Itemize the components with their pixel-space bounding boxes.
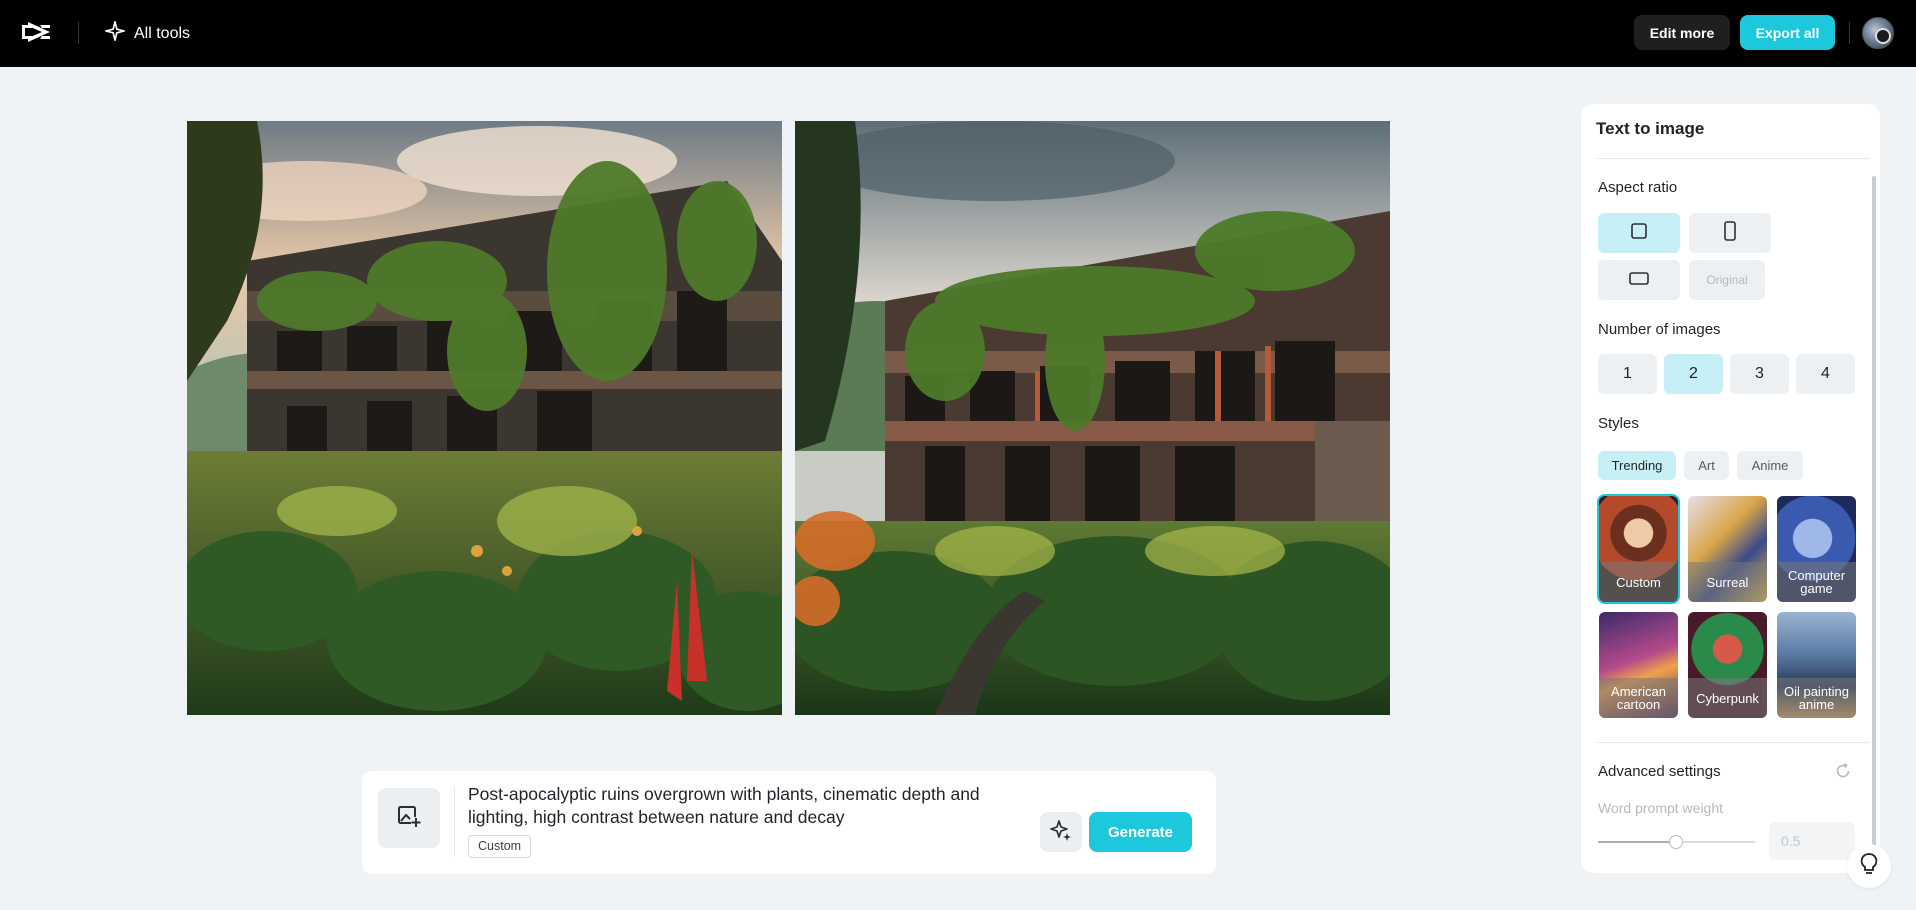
generated-image-2[interactable] [795,121,1390,715]
advanced-settings-label[interactable]: Advanced settings [1598,763,1721,780]
style-label: Cyberpunk [1688,678,1767,718]
aspect-square-button[interactable] [1598,213,1680,253]
portrait-ratio-icon [1721,220,1739,246]
num-images-4-button[interactable]: 4 [1796,354,1855,394]
style-cyberpunk[interactable]: Cyberpunk [1688,612,1767,718]
generate-button[interactable]: Generate [1089,812,1192,852]
style-label: Custom [1599,562,1678,602]
word-prompt-weight-input[interactable]: 0.5 [1769,822,1855,860]
sparkle-icon [104,20,126,47]
tab-trending[interactable]: Trending [1598,451,1676,480]
style-surreal[interactable]: Surreal [1688,496,1767,602]
prompt-input[interactable]: Post-apocalyptic ruins overgrown with pl… [468,783,1008,829]
style-custom[interactable]: Custom [1597,494,1680,604]
topbar-divider [78,22,79,44]
styles-label: Styles [1598,415,1639,432]
lightbulb-icon [1858,852,1880,881]
magic-sparkle-icon [1049,818,1073,847]
landscape-ratio-icon [1629,270,1649,291]
style-tag[interactable]: Custom [468,835,532,858]
style-american-cartoon[interactable]: American cartoon [1599,612,1678,718]
style-label: Computer game [1777,562,1856,602]
aspect-original-button[interactable]: Original [1689,260,1765,300]
tab-anime[interactable]: Anime [1737,451,1803,480]
topbar-divider [1849,22,1850,44]
prompt-bar: Post-apocalyptic ruins overgrown with pl… [362,771,1216,874]
panel-divider [1596,158,1870,159]
aspect-portrait-button[interactable] [1689,213,1771,253]
number-of-images-label: Number of images [1598,321,1721,338]
user-avatar[interactable] [1862,17,1894,49]
aspect-ratio-label: Aspect ratio [1598,179,1678,196]
style-label: Oil painting anime [1777,678,1856,718]
tab-art[interactable]: Art [1684,451,1729,480]
panel-title: Text to image [1596,119,1705,138]
capcut-logo-icon[interactable] [20,19,52,45]
aspect-original-label: Original [1706,273,1748,287]
word-prompt-weight-label: Word prompt weight [1598,800,1724,816]
square-ratio-icon [1630,222,1648,245]
style-computer-game[interactable]: Computer game [1777,496,1856,602]
num-images-2-button[interactable]: 2 [1664,354,1723,394]
all-tools-button[interactable]: All tools [104,20,190,47]
export-all-button[interactable]: Export all [1740,15,1835,50]
text-to-image-panel: Text to image Aspect ratio Original Numb… [1581,104,1880,873]
tips-button[interactable] [1847,844,1891,888]
num-images-3-button[interactable]: 3 [1730,354,1789,394]
num-images-1-button[interactable]: 1 [1598,354,1657,394]
reset-icon[interactable] [1834,762,1852,780]
generated-image-1[interactable] [187,121,782,715]
image-upload-button[interactable] [378,788,440,848]
top-bar: All tools Edit more Export all [0,0,1916,67]
edit-more-button[interactable]: Edit more [1634,15,1730,50]
style-oil-painting-anime[interactable]: Oil painting anime [1777,612,1856,718]
image-upload-icon [396,803,422,834]
panel-divider [1596,742,1870,743]
weight-slider-fill [1598,841,1676,843]
prompt-divider [454,787,455,857]
aspect-landscape-button[interactable] [1598,260,1680,300]
weight-slider-handle[interactable] [1669,835,1683,849]
all-tools-label: All tools [134,24,191,42]
panel-scrollbar[interactable] [1872,176,1876,866]
magic-prompt-button[interactable] [1040,812,1082,852]
style-label: American cartoon [1599,678,1678,718]
style-label: Surreal [1688,562,1767,602]
